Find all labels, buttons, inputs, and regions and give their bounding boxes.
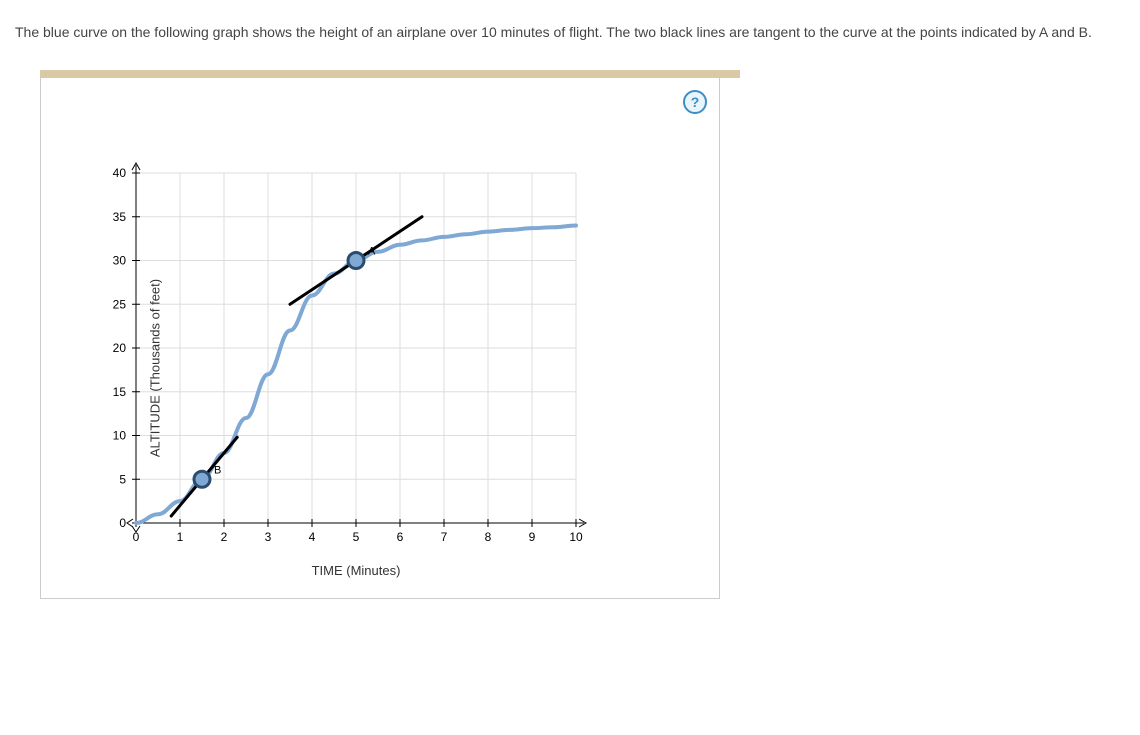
y-tick-label: 10	[113, 429, 127, 443]
y-tick-label: 35	[113, 210, 127, 224]
problem-text: The blue curve on the following graph sh…	[15, 20, 1125, 45]
y-tick-label: 40	[113, 166, 127, 180]
y-tick-label: 5	[119, 472, 126, 486]
help-icon: ?	[691, 94, 700, 110]
x-tick-label: 1	[177, 530, 184, 544]
x-tick-label: 2	[221, 530, 228, 544]
y-tick-label: 0	[119, 516, 126, 530]
x-tick-label: 10	[569, 530, 583, 544]
x-tick-label: 5	[353, 530, 360, 544]
point-b[interactable]	[194, 471, 210, 487]
point-label-a: A	[368, 246, 376, 258]
chart-area: ALTITUDE (Thousands of feet) 0 1 2 3 4 5 6 7 8 9 1…	[81, 158, 709, 578]
y-tick-label: 25	[113, 297, 127, 311]
y-axis-label: ALTITUDE (Thousands of feet)	[148, 279, 163, 457]
problem-text-content: The blue curve on the following graph sh…	[15, 24, 1092, 40]
x-tick-label: 8	[485, 530, 492, 544]
chart-container: ? ALTITUDE (Thousands of feet) 0 1 2 3 4 5 6 7 8…	[40, 78, 720, 599]
divider-bar	[40, 70, 740, 78]
y-tick-label: 15	[113, 385, 127, 399]
point-a[interactable]	[348, 253, 364, 269]
x-tick-label: 9	[529, 530, 536, 544]
x-tick-label: 3	[265, 530, 272, 544]
help-button[interactable]: ?	[683, 90, 707, 114]
point-label-b: B	[214, 464, 221, 476]
x-tick-label: 4	[309, 530, 316, 544]
y-tick-label: 20	[113, 341, 127, 355]
x-axis-label: TIME (Minutes)	[136, 563, 576, 578]
x-tick-label: 0	[133, 530, 140, 544]
x-tick-label: 6	[397, 530, 404, 544]
x-tick-label: 7	[441, 530, 448, 544]
y-tick-label: 30	[113, 254, 127, 268]
